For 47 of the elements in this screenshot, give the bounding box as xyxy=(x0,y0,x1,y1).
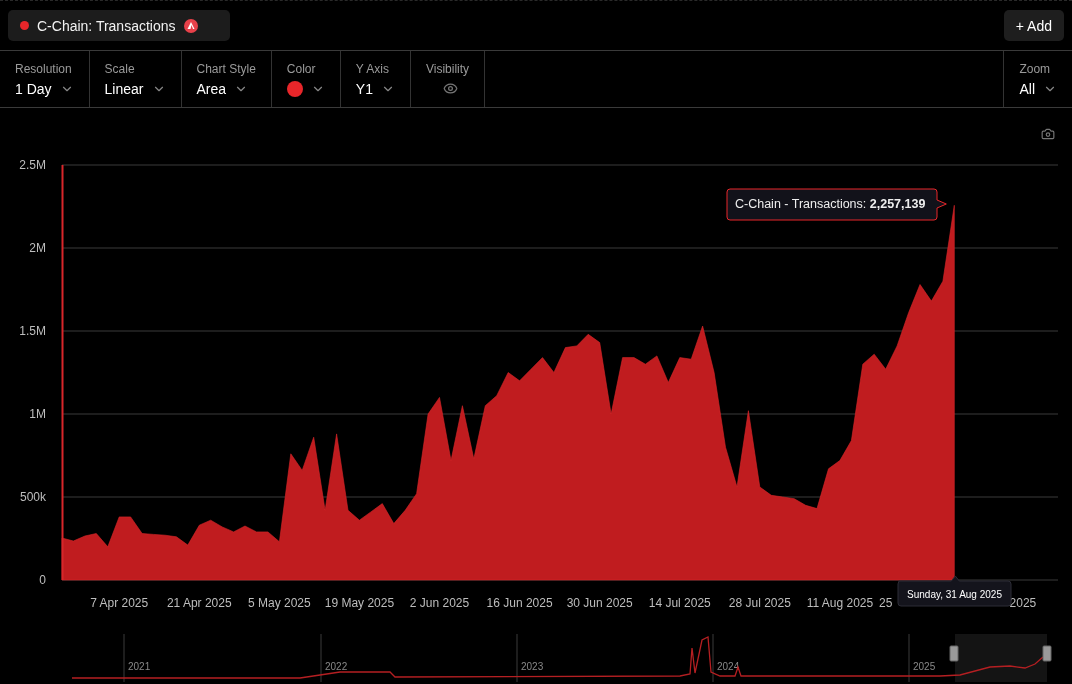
x-axis-label: 21 Apr 2025 xyxy=(166,596,232,610)
dropdown[interactable]: All xyxy=(1019,80,1057,97)
control-label: Visibility xyxy=(426,62,470,76)
y-axis-label: 0 xyxy=(39,573,46,587)
navigator-year-label: 2022 xyxy=(325,661,348,672)
series-chip[interactable]: C-Chain: Transactions xyxy=(8,10,230,41)
control-label: Y Axis xyxy=(355,61,390,76)
x-axis-label: 5 May 2025 xyxy=(248,596,311,610)
y-axis-label: 2.5M xyxy=(19,158,46,172)
control-label: Color xyxy=(286,61,317,76)
eye-icon xyxy=(443,81,458,96)
dropdown[interactable]: 1 Day xyxy=(15,80,74,97)
navigator-year-label: 2025 xyxy=(913,661,936,672)
y-axis-label: 500k xyxy=(19,490,46,504)
navigator-selection[interactable] xyxy=(955,634,1047,682)
color-picker[interactable] xyxy=(286,80,325,97)
control-label: Scale xyxy=(104,61,136,76)
x-axis-label: 16 Jun 2025 xyxy=(486,596,553,610)
navigator-year-label: 2023 xyxy=(521,661,544,672)
avalanche-icon xyxy=(183,18,198,33)
control-label: Resolution xyxy=(15,61,73,76)
x-axis-label: 28 Jul 2025 xyxy=(728,596,791,610)
dropdown[interactable]: Linear xyxy=(104,80,166,97)
navigator-year-label: 2021 xyxy=(128,661,151,672)
x-axis-label: 19 May 2025 xyxy=(324,596,395,610)
dropdown[interactable]: Area xyxy=(196,80,256,97)
y-axis-label: 1.5M xyxy=(19,324,46,338)
x-axis-label: 25 xyxy=(879,596,893,610)
y-axis-label: 2M xyxy=(29,241,46,255)
date-tooltip-text: Sunday, 31 Aug 2025 xyxy=(907,588,1002,600)
x-axis-label: 30 Jun 2025 xyxy=(566,596,633,610)
x-axis-label: 14 Jul 2025 xyxy=(648,596,711,610)
x-axis-label: 7 Apr 2025 xyxy=(90,596,149,610)
slider-handle[interactable] xyxy=(949,645,959,662)
slider-handle[interactable] xyxy=(1042,645,1052,662)
x-axis-label: 2025 xyxy=(1009,596,1037,610)
control-label: Chart Style xyxy=(196,61,256,76)
x-axis-label: 2 Jun 2025 xyxy=(409,596,470,610)
x-axis-label: 11 Aug 2025 xyxy=(806,596,874,610)
add-button[interactable]: + Add xyxy=(1003,10,1064,41)
tooltip-text: C-Chain - Transactions: 2,257,139 xyxy=(735,197,926,211)
y-axis-label: 1M xyxy=(29,407,46,421)
series-title: C-Chain: Transactions xyxy=(37,17,176,34)
camera-icon[interactable] xyxy=(1041,128,1055,140)
control-label: Zoom xyxy=(1019,61,1052,76)
dropdown[interactable]: Y1 xyxy=(355,80,395,97)
navigator-year-label: 2024 xyxy=(717,661,740,672)
